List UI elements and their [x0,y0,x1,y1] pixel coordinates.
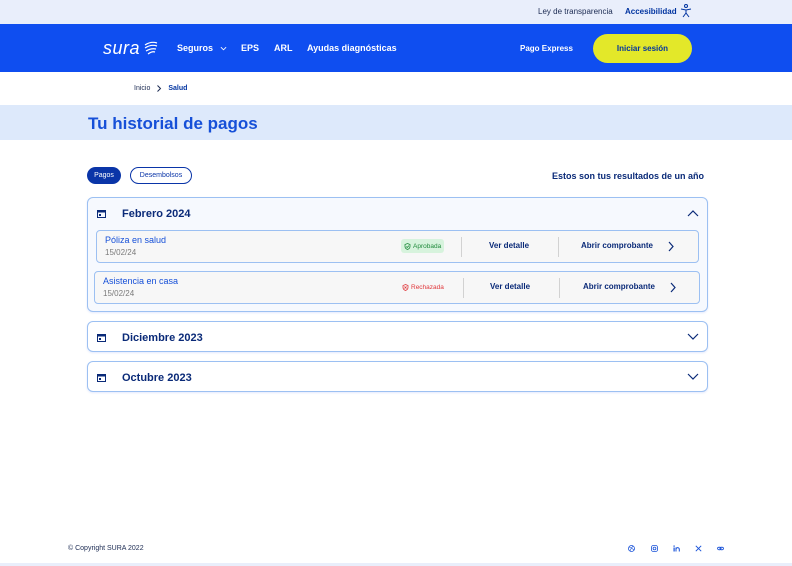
status-label: Rechazada [411,283,444,291]
status-badge: Aprobada [401,239,445,253]
month-header[interactable]: Diciembre 2023 [88,322,707,353]
status-badge: Rechazada [399,280,447,294]
transparency-link[interactable]: Ley de transparencia [538,7,613,16]
month-accordion-febrero-2024: Febrero 2024 Póliza en salud 15/02/24 Ap… [87,197,708,312]
abrir-comprobante-link[interactable]: Abrir comprobante [581,241,653,250]
month-title: Febrero 2024 [122,208,191,220]
chevron-down-icon[interactable] [687,373,699,381]
breadcrumb-home[interactable]: Inicio [134,85,150,92]
month-header[interactable]: Febrero 2024 [88,198,707,229]
shield-x-icon [402,283,409,291]
dribbble-icon[interactable] [628,545,635,552]
month-accordion-octubre-2023[interactable]: Octubre 2023 [87,361,708,392]
ver-detalle-link[interactable]: Ver detalle [489,241,529,250]
status-label: Aprobada [413,242,442,250]
payment-row: Póliza en salud 15/02/24 Aprobada Ver de… [96,230,699,263]
copyright: © Copyright SURA 2022 [68,545,144,552]
divider [558,237,559,257]
filter-desembolsos[interactable]: Desembolsos [130,167,192,184]
breadcrumb-current: Salud [168,85,188,92]
calendar-icon [97,334,106,342]
main-navbar: sura Seguros EPS ARL Ayudas diagnósticas… [0,24,792,72]
logo-text: sura [103,37,141,58]
nav-seguros[interactable]: Seguros [177,43,227,53]
chevron-right-icon [157,85,162,92]
divider [461,237,462,257]
ver-detalle-link[interactable]: Ver detalle [490,282,530,291]
utility-bar: Ley de transparencia Accesibilidad [0,0,792,24]
month-accordion-diciembre-2023[interactable]: Diciembre 2023 [87,321,708,352]
instagram-icon[interactable] [651,545,658,552]
link-icon[interactable] [717,545,724,552]
nav-ayudas[interactable]: Ayudas diagnósticas [307,43,397,53]
breadcrumb: Inicio Salud [134,85,187,92]
login-button[interactable]: Iniciar sesión [593,34,692,63]
payment-name: Asistencia en casa [103,276,179,286]
page-title: Tu historial de pagos [88,114,258,133]
sura-logo[interactable]: sura [103,38,159,58]
accessibility-icon[interactable] [680,4,692,18]
calendar-icon [97,374,106,382]
sura-logo-icon [144,41,158,55]
divider [559,278,560,298]
payment-date: 15/02/24 [103,289,135,298]
chevron-down-icon[interactable] [687,333,699,341]
linkedin-icon[interactable] [673,545,680,552]
month-title: Diciembre 2023 [122,332,203,344]
results-note: Estos son tus resultados de un año [552,171,705,181]
chevron-right-icon[interactable] [668,241,674,252]
calendar-icon [97,210,106,218]
payment-row: Asistencia en casa 15/02/24 Rechazada Ve… [94,271,700,304]
shield-check-icon [404,242,411,250]
chevron-up-icon[interactable] [687,209,699,217]
month-title: Octubre 2023 [122,372,192,384]
nav-eps[interactable]: EPS [241,43,259,53]
chevron-down-icon [220,47,226,51]
nav-arl[interactable]: ARL [274,43,293,53]
accessibility-link[interactable]: Accesibilidad [625,7,677,16]
abrir-comprobante-link[interactable]: Abrir comprobante [583,282,655,291]
x-icon[interactable] [695,545,702,552]
month-header[interactable]: Octubre 2023 [88,362,707,393]
nav-seguros-label: Seguros [177,43,214,53]
title-band: Tu historial de pagos [0,105,792,140]
divider [463,278,464,298]
filter-pagos[interactable]: Pagos [87,167,121,184]
payment-name: Póliza en salud [105,235,167,245]
pago-express-link[interactable]: Pago Express [520,44,573,53]
chevron-right-icon[interactable] [670,282,676,293]
payment-date: 15/02/24 [105,248,137,257]
